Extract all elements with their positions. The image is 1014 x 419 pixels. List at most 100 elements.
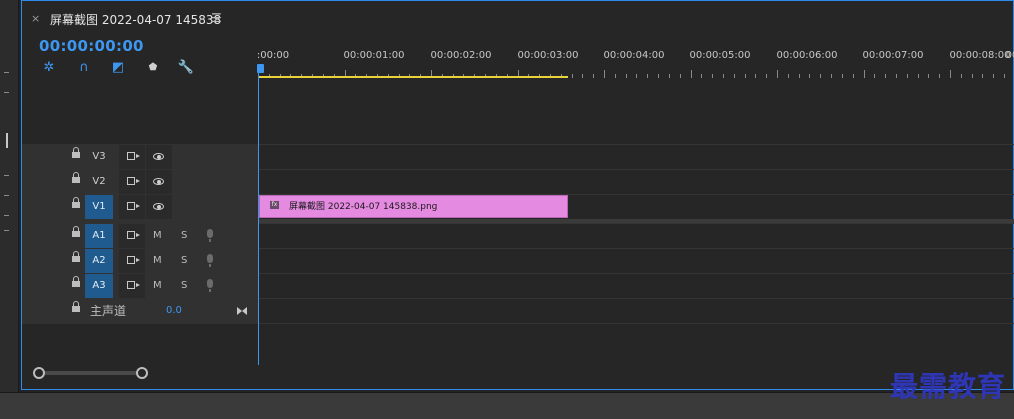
- fx-badge: fx: [270, 201, 279, 209]
- ruler-tick: [885, 74, 886, 78]
- snap-icon[interactable]: ✲: [40, 60, 58, 76]
- track-label-v3[interactable]: V3: [85, 145, 113, 169]
- sync-lock-icon[interactable]: [119, 274, 145, 298]
- ruler-tick: [723, 74, 724, 78]
- watermark-logo: 最需教育: [889, 370, 1006, 403]
- track-label-a2[interactable]: A2: [85, 249, 113, 273]
- lock-icon[interactable]: [72, 197, 80, 209]
- track-lane-end: [258, 323, 1014, 325]
- playhead-handle[interactable]: [257, 64, 264, 73]
- track-label-a1[interactable]: A1: [85, 224, 113, 248]
- track-header-a2: A2 M S: [22, 249, 258, 273]
- track-lane-v2[interactable]: [258, 169, 1014, 195]
- ruler-tick: [950, 70, 951, 78]
- mute-button[interactable]: M: [153, 249, 162, 273]
- wrench-icon[interactable]: 🔧: [177, 60, 195, 76]
- marker-icon[interactable]: ⬟: [144, 60, 162, 76]
- microphone-icon[interactable]: [207, 229, 213, 242]
- master-track-label: 主声道: [90, 304, 127, 318]
- mute-button[interactable]: M: [153, 274, 162, 298]
- track-lane-a2[interactable]: [258, 248, 1014, 274]
- track-lane-a1[interactable]: [258, 223, 1014, 249]
- track-header-v3: V3: [22, 145, 258, 169]
- ruler-tick: [993, 74, 994, 78]
- ruler-tick: [701, 74, 702, 78]
- track-lane-a3[interactable]: [258, 273, 1014, 299]
- ruler-tick: [982, 74, 983, 78]
- ruler-tick: [799, 74, 800, 78]
- eye-icon[interactable]: [146, 195, 172, 219]
- ruler-tick: [593, 74, 594, 78]
- sequence-tab-title[interactable]: 屏幕截图 2022-04-07 145838: [50, 11, 221, 28]
- ruler-tick: [755, 74, 756, 78]
- ruler-tick: [961, 74, 962, 78]
- tool-mark: [4, 215, 9, 216]
- track-label-v2[interactable]: V2: [85, 170, 113, 194]
- ruler-tick: [669, 74, 670, 78]
- solo-button[interactable]: S: [181, 249, 187, 273]
- lock-icon[interactable]: [72, 147, 80, 159]
- solo-button[interactable]: S: [181, 224, 187, 248]
- status-bar: [0, 392, 1014, 419]
- track-label-v1[interactable]: V1: [85, 195, 113, 219]
- ruler-tick: [842, 74, 843, 78]
- tool-mark: [4, 195, 9, 196]
- ruler-tick: [636, 74, 637, 78]
- panel-menu-icon[interactable]: ☰: [211, 11, 222, 25]
- ruler-tick: [864, 70, 865, 78]
- ruler-label: 00:00:01:00: [343, 50, 405, 61]
- clip-name: 屏幕截图 2022-04-07 145838.png: [289, 202, 438, 212]
- ruler-tick: [853, 74, 854, 78]
- eye-icon[interactable]: [146, 145, 172, 169]
- lock-icon[interactable]: [72, 301, 80, 313]
- close-icon[interactable]: ×: [31, 12, 40, 25]
- work-area-bar[interactable]: [258, 76, 568, 78]
- ruler-label: 00:00:07:00: [862, 50, 924, 61]
- mute-button[interactable]: M: [153, 224, 162, 248]
- scrollbar-right-handle[interactable]: [136, 367, 148, 379]
- ruler-tick: [615, 74, 616, 78]
- track-lane-v3[interactable]: [258, 144, 1014, 170]
- ruler-tick: [572, 74, 573, 78]
- lock-icon[interactable]: [72, 251, 80, 263]
- lock-icon[interactable]: [72, 276, 80, 288]
- ruler-tick: [918, 74, 919, 78]
- sync-lock-icon[interactable]: [119, 249, 145, 273]
- ruler-tick: [896, 74, 897, 78]
- microphone-icon[interactable]: [207, 279, 213, 292]
- ruler-tick: [831, 74, 832, 78]
- ruler-tick: [647, 74, 648, 78]
- ruler-tick: [680, 74, 681, 78]
- microphone-icon[interactable]: [207, 254, 213, 267]
- add-marker-icon[interactable]: ◩: [109, 60, 127, 76]
- ruler-label: 00:00:08:00: [949, 50, 1011, 61]
- jump-to-end-icon[interactable]: [237, 307, 247, 315]
- eye-icon[interactable]: [146, 170, 172, 194]
- sync-lock-icon[interactable]: [119, 170, 145, 194]
- time-ruler-labels: :00:00 00:00:01:00 00:00:02:00 00:00:03:00 0…: [257, 50, 1014, 64]
- solo-button[interactable]: S: [181, 274, 187, 298]
- linked-selection-icon[interactable]: ∩: [75, 60, 93, 76]
- ruler-tick: [820, 74, 821, 78]
- track-label-a3[interactable]: A3: [85, 274, 113, 298]
- lock-icon[interactable]: [72, 172, 80, 184]
- ruler-tick: [734, 74, 735, 78]
- sync-lock-icon[interactable]: [119, 145, 145, 169]
- ruler-tick: [712, 74, 713, 78]
- playhead-timecode[interactable]: 00:00:00:00: [39, 37, 144, 55]
- master-volume-value[interactable]: 0.0: [166, 299, 182, 323]
- zoom-scrollbar[interactable]: [36, 371, 142, 375]
- timeline-clip[interactable]: fx 屏幕截图 2022-04-07 145838.png: [259, 195, 568, 218]
- ruler-label: 00: [1005, 50, 1014, 61]
- sync-lock-icon[interactable]: [119, 224, 145, 248]
- lock-icon[interactable]: [72, 226, 80, 238]
- track-header-master: 主声道 0.0: [22, 299, 258, 323]
- tools-strip: [0, 0, 19, 392]
- track-header-v2: V2: [22, 170, 258, 194]
- scrollbar-left-handle[interactable]: [33, 367, 45, 379]
- ruler-label: 00:00:06:00: [776, 50, 838, 61]
- track-lane-master[interactable]: [258, 298, 1014, 324]
- ruler-tick: [972, 74, 973, 78]
- sync-lock-icon[interactable]: [119, 195, 145, 219]
- playhead-line[interactable]: [258, 72, 259, 365]
